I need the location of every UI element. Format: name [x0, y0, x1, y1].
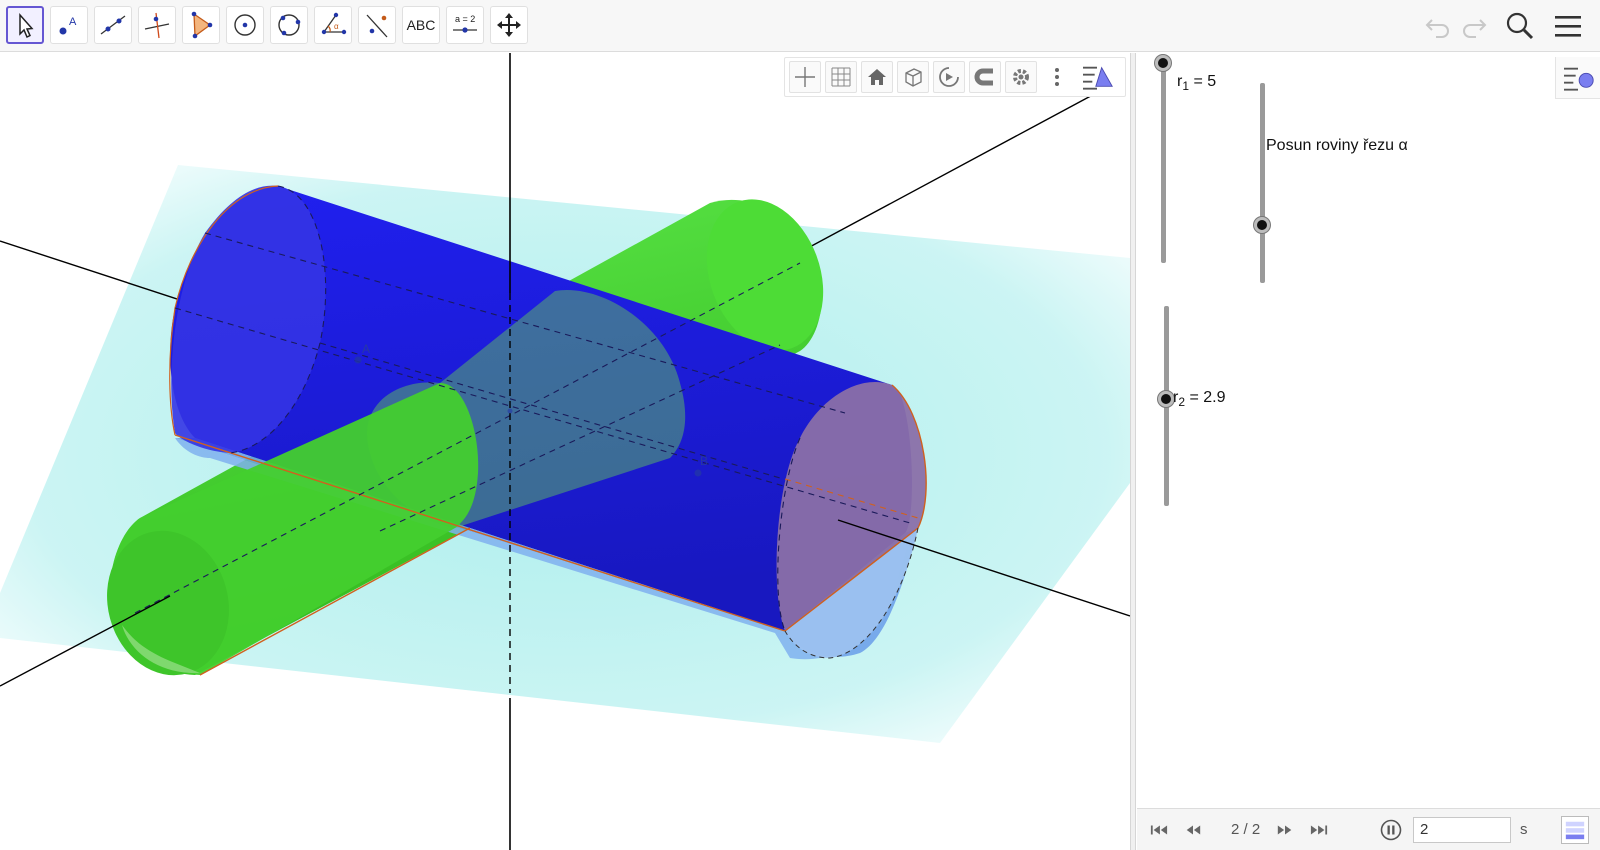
reflect-tool[interactable] [358, 6, 396, 44]
slider-tool[interactable]: a = 2 [446, 6, 484, 44]
angle-tool[interactable]: α [314, 6, 352, 44]
r1-slider-label: r1 = 5 [1177, 73, 1216, 93]
slider-icon: a = 2 [453, 14, 477, 33]
polygon-tool[interactable] [182, 6, 220, 44]
undo-button[interactable] [1420, 8, 1456, 44]
text-tool[interactable]: ABC [402, 6, 440, 44]
skip-last-icon [1310, 825, 1328, 835]
origin-point [507, 408, 513, 414]
r1-slider-knob[interactable] [1155, 55, 1171, 71]
algebra-input-button[interactable] [1561, 816, 1589, 844]
pause-icon [1380, 819, 1402, 841]
more-options-button[interactable] [1041, 61, 1073, 93]
speed-unit: s [1520, 821, 1528, 838]
rotate-view-button[interactable] [933, 61, 965, 93]
point-a-label: A [362, 342, 370, 356]
redo-button[interactable] [1456, 8, 1492, 44]
style-bar-toggle-icon [1564, 67, 1594, 91]
angle-tool-label: α [334, 22, 339, 31]
triangle-polygon-icon [191, 11, 213, 39]
line-through-points-icon [100, 15, 126, 35]
algebra-input-icon [1565, 821, 1585, 840]
text-tool-label: ABC [406, 17, 436, 33]
speed-input[interactable]: 2 [1413, 817, 1511, 843]
more-vertical-icon [1055, 68, 1059, 86]
point-b-label: B [700, 454, 708, 468]
fast-forward-icon [1277, 825, 1292, 835]
point-tool[interactable]: A [50, 6, 88, 44]
main-menu-button[interactable] [1550, 8, 1586, 44]
circle-three-points-icon [278, 14, 301, 36]
slider-tool-label: a = 2 [455, 14, 475, 24]
point-tool-label: A [69, 16, 77, 28]
main-toolbar: A α ABC a = 2 [0, 0, 1600, 52]
point-capturing-button[interactable] [969, 61, 1001, 93]
line-tool[interactable] [94, 6, 132, 44]
r2-value-text: = 2.9 [1185, 389, 1226, 406]
move-tool[interactable] [6, 6, 44, 44]
settings-button[interactable] [1005, 61, 1037, 93]
pause-button[interactable] [1379, 819, 1403, 841]
r2-subscript: 2 [1178, 395, 1186, 410]
graphics-3d-view[interactable]: A B [0, 53, 1130, 850]
skip-first-button[interactable] [1147, 819, 1171, 841]
alpha-slider-knob[interactable] [1254, 217, 1270, 233]
rewind-icon [1186, 825, 1201, 835]
perpendicular-line-icon [144, 12, 170, 39]
fast-forward-button[interactable] [1273, 819, 1297, 841]
point-a[interactable] [354, 356, 362, 364]
circle-three-points-tool[interactable] [270, 6, 308, 44]
circle-tool[interactable] [226, 6, 264, 44]
r2-slider-label: r2 = 2.9 [1173, 389, 1226, 409]
redo-icon [1463, 19, 1487, 38]
point-a-icon: A [59, 16, 77, 35]
3d-scene-canvas[interactable]: A B [0, 53, 1130, 850]
hamburger-menu-icon [1555, 16, 1581, 37]
undo-icon [1425, 19, 1449, 38]
page-indicator: 2 / 2 [1231, 821, 1261, 838]
r2-slider-knob[interactable] [1158, 391, 1174, 407]
standard-view-button[interactable] [861, 61, 893, 93]
r1-value-text: = 5 [1189, 73, 1217, 90]
alpha-slider-label: Posun roviny řezu α [1266, 137, 1408, 154]
r1-slider-track[interactable] [1161, 63, 1166, 263]
axes-icon [795, 67, 815, 87]
panel-divider[interactable] [1130, 53, 1136, 850]
panel-style-bar-toggle[interactable] [1555, 57, 1600, 99]
graphics-style-bar [784, 57, 1126, 97]
skip-first-icon [1150, 825, 1168, 835]
rotate-view-icon [939, 67, 959, 87]
move-view-icon [497, 13, 521, 37]
algebra-panel: r1 = 5 Posun roviny řezu α r2 = 2.9 [1137, 53, 1600, 850]
style-bar-toggle-icon [1083, 66, 1113, 90]
alpha-slider-track[interactable] [1260, 83, 1265, 283]
style-bar-toggle-button[interactable] [1077, 61, 1117, 93]
perpendicular-line-tool[interactable] [138, 6, 176, 44]
search-icon [1506, 12, 1534, 40]
toggle-axes-button[interactable] [789, 61, 821, 93]
cube-icon [905, 68, 922, 87]
cursor-arrow-icon [19, 13, 34, 39]
magnet-snapping-icon [974, 68, 993, 86]
search-button[interactable] [1502, 8, 1538, 44]
settings-gear-icon [1013, 69, 1029, 85]
r1-subscript: 1 [1182, 79, 1190, 94]
animation-bar: 2 / 2 2 s [1137, 808, 1600, 850]
move-graphics-tool[interactable] [490, 6, 528, 44]
reflect-line-icon [366, 14, 388, 38]
grid-icon [831, 67, 851, 87]
clipping-box-button[interactable] [897, 61, 929, 93]
circle-center-icon [234, 14, 256, 36]
toggle-grid-button[interactable] [825, 61, 857, 93]
home-icon [868, 69, 886, 85]
skip-last-button[interactable] [1307, 819, 1331, 841]
angle-alpha-icon: α [321, 12, 347, 35]
point-b[interactable] [694, 469, 702, 477]
rewind-button[interactable] [1181, 819, 1205, 841]
